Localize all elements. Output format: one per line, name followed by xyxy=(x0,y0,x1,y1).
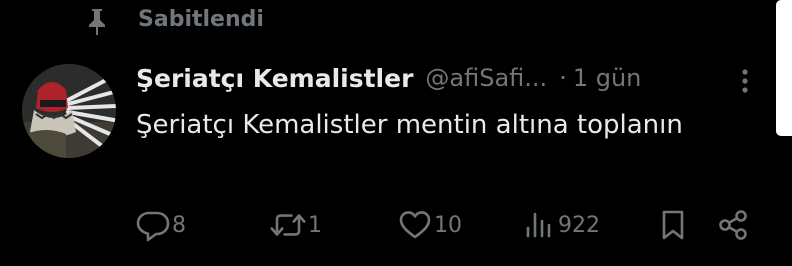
share-icon xyxy=(716,208,750,242)
bookmark-icon xyxy=(658,208,688,242)
repost-button[interactable]: 1 xyxy=(270,200,322,250)
reply-button[interactable]: 8 xyxy=(136,200,186,250)
views-count: 922 xyxy=(558,212,600,238)
avatar[interactable] xyxy=(22,64,116,158)
tweet-timestamp[interactable]: 1 gün xyxy=(573,64,642,92)
author-display-name[interactable]: Şeriatçı Kemalistler xyxy=(136,64,413,93)
like-count: 10 xyxy=(434,212,462,238)
scroll-edge xyxy=(776,0,792,136)
separator-dot: · xyxy=(559,64,567,92)
more-options-button[interactable] xyxy=(734,66,756,96)
reply-count: 8 xyxy=(172,212,186,238)
like-button[interactable]: 10 xyxy=(398,200,462,250)
more-icon xyxy=(742,69,748,93)
tweet-text: Şeriatçı Kemalistler mentin altına topla… xyxy=(136,110,683,140)
tweet-header: Şeriatçı Kemalistler @afiSafi... · 1 gün xyxy=(136,58,641,98)
repost-count: 1 xyxy=(308,212,322,238)
share-button[interactable] xyxy=(716,200,750,250)
pinned-indicator: Sabitlendi xyxy=(84,4,264,40)
author-handle[interactable]: @afiSafi... xyxy=(425,64,547,92)
views-button[interactable]: 922 xyxy=(524,200,600,250)
pin-icon xyxy=(84,7,110,37)
views-icon xyxy=(524,208,556,242)
repost-icon xyxy=(270,208,306,242)
like-icon xyxy=(398,208,432,242)
bookmark-button[interactable] xyxy=(658,200,688,250)
action-bar: 8 1 10 922 xyxy=(0,200,792,250)
reply-icon xyxy=(136,208,170,242)
pinned-label: Sabitlendi xyxy=(138,7,264,32)
